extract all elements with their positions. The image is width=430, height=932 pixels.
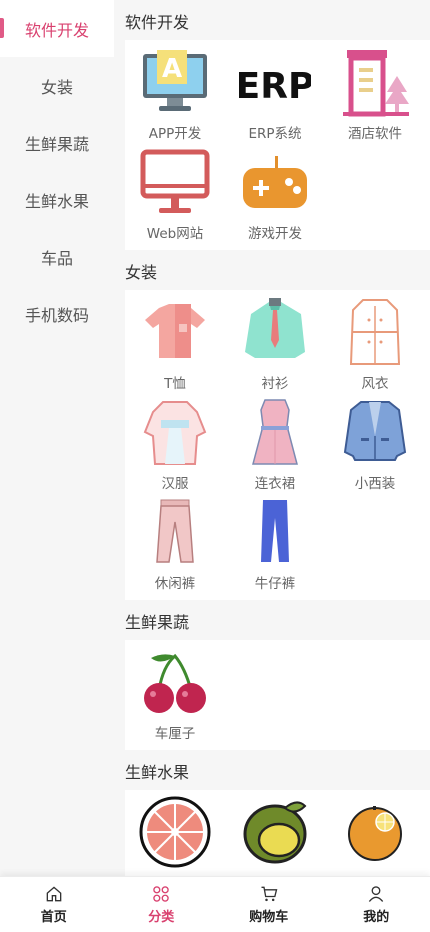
product-mango[interactable]: 芒果 xyxy=(225,794,325,877)
product-label: 游戏开发 xyxy=(248,226,302,242)
jeans-icon xyxy=(261,500,289,562)
product-label: Web网站 xyxy=(146,226,204,242)
svg-text:ERP: ERP xyxy=(239,66,311,107)
bottom-tabbar: 首页 分类 购物车 我的 xyxy=(0,876,430,932)
sidebar-item-fresh-fruit[interactable]: 生鲜水果 xyxy=(0,171,114,228)
product-hotel[interactable]: 酒店软件 xyxy=(325,44,425,144)
product-label: 车厘子 xyxy=(154,726,196,742)
tab-category[interactable]: 分类 xyxy=(108,877,216,932)
game-icon xyxy=(243,156,307,208)
tab-label: 分类 xyxy=(148,910,175,925)
app-dev-icon: A xyxy=(143,50,207,111)
product-label: APP开发 xyxy=(148,126,202,142)
home-icon xyxy=(46,886,62,902)
section-title: 女装 xyxy=(125,263,158,282)
product-label: T恤 xyxy=(164,376,186,392)
sidebar-item-label: 生鲜果蔬 xyxy=(24,134,89,154)
casual-pants-icon xyxy=(156,499,194,563)
product-label: 风衣 xyxy=(361,376,389,392)
cart-icon xyxy=(261,886,278,902)
product-shirt[interactable]: 衬衫 xyxy=(225,294,325,394)
product-dress[interactable]: 连衣裙 xyxy=(225,394,325,494)
grapefruit-icon xyxy=(139,796,211,868)
category-icon xyxy=(153,886,169,902)
sidebar-item-car-products[interactable]: 车品 xyxy=(0,228,114,285)
product-label: 衬衫 xyxy=(261,376,289,392)
product-app-dev[interactable]: A APP开发 xyxy=(125,44,225,144)
section-card: T恤 衬衫 风衣 汉服 连衣裙 小西装 休闲裤 牛仔裤 xyxy=(125,290,430,600)
product-label: 连衣裙 xyxy=(254,476,296,492)
user-icon xyxy=(369,886,384,902)
tab-profile[interactable]: 我的 xyxy=(323,877,430,932)
product-erp[interactable]: ERP ERP系统 xyxy=(225,44,325,144)
product-label: ERP系统 xyxy=(248,126,302,142)
product-label: 牛仔裤 xyxy=(254,576,296,592)
product-label: 酒店软件 xyxy=(348,126,402,142)
orange-icon xyxy=(348,806,402,861)
tab-home[interactable]: 首页 xyxy=(0,877,108,932)
web-icon xyxy=(140,149,210,213)
product-jeans[interactable]: 牛仔裤 xyxy=(225,494,325,594)
sidebar-item-womens-clothing[interactable]: 女装 xyxy=(0,57,114,114)
product-label: 休闲裤 xyxy=(154,576,196,592)
hotel-icon xyxy=(343,50,409,117)
section-title: 软件开发 xyxy=(125,13,190,32)
blazer-icon xyxy=(343,401,407,461)
product-cherry[interactable]: 车厘子 xyxy=(125,644,225,744)
sidebar-item-label: 车品 xyxy=(40,248,73,268)
dress-icon xyxy=(252,399,298,465)
svg-text:A: A xyxy=(162,54,182,84)
tab-label: 购物车 xyxy=(249,910,289,925)
sidebar-item-digital[interactable]: 手机数码 xyxy=(0,285,114,342)
product-tshirt[interactable]: T恤 xyxy=(125,294,225,394)
trench-coat-icon xyxy=(349,299,401,365)
mango-icon xyxy=(243,801,307,864)
sidebar-item-label: 女装 xyxy=(40,77,73,97)
product-label: 汉服 xyxy=(161,476,189,492)
sidebar-item-label: 软件开发 xyxy=(24,20,89,40)
category-content: 软件开发 A APP开发 ERP ERP系统 酒店软件 Web网站 游戏开发 女… xyxy=(114,0,430,877)
product-casual-pants[interactable]: 休闲裤 xyxy=(125,494,225,594)
product-web[interactable]: Web网站 xyxy=(125,144,225,244)
tab-label: 我的 xyxy=(363,910,390,925)
product-hanfu[interactable]: 汉服 xyxy=(125,394,225,494)
cherry-icon xyxy=(144,653,206,713)
tab-label: 首页 xyxy=(40,910,67,925)
section-card: 柚子 芒果 橙子 xyxy=(125,790,430,877)
section-card: 车厘子 xyxy=(125,640,430,750)
product-grapefruit[interactable]: 柚子 xyxy=(125,794,225,877)
section-title: 生鲜果蔬 xyxy=(125,613,190,632)
product-trench-coat[interactable]: 风衣 xyxy=(325,294,425,394)
product-orange[interactable]: 橙子 xyxy=(325,794,425,877)
sidebar-item-label: 手机数码 xyxy=(24,305,89,325)
product-label: 小西装 xyxy=(354,476,396,492)
tshirt-icon xyxy=(145,304,205,358)
category-sidebar: 软件开发 女装 生鲜果蔬 生鲜水果 车品 手机数码 xyxy=(0,0,114,877)
shirt-icon xyxy=(245,298,305,358)
product-game[interactable]: 游戏开发 xyxy=(225,144,325,244)
product-blazer[interactable]: 小西装 xyxy=(325,394,425,494)
erp-icon: ERP xyxy=(239,66,311,107)
section-card: A APP开发 ERP ERP系统 酒店软件 Web网站 游戏开发 xyxy=(125,40,430,250)
sidebar-item-software[interactable]: 软件开发 xyxy=(0,0,114,57)
tab-cart[interactable]: 购物车 xyxy=(215,877,323,932)
sidebar-item-fresh-produce[interactable]: 生鲜果蔬 xyxy=(0,114,114,171)
section-title: 生鲜水果 xyxy=(125,763,190,782)
sidebar-item-label: 生鲜水果 xyxy=(24,191,89,211)
hanfu-icon xyxy=(143,401,207,465)
